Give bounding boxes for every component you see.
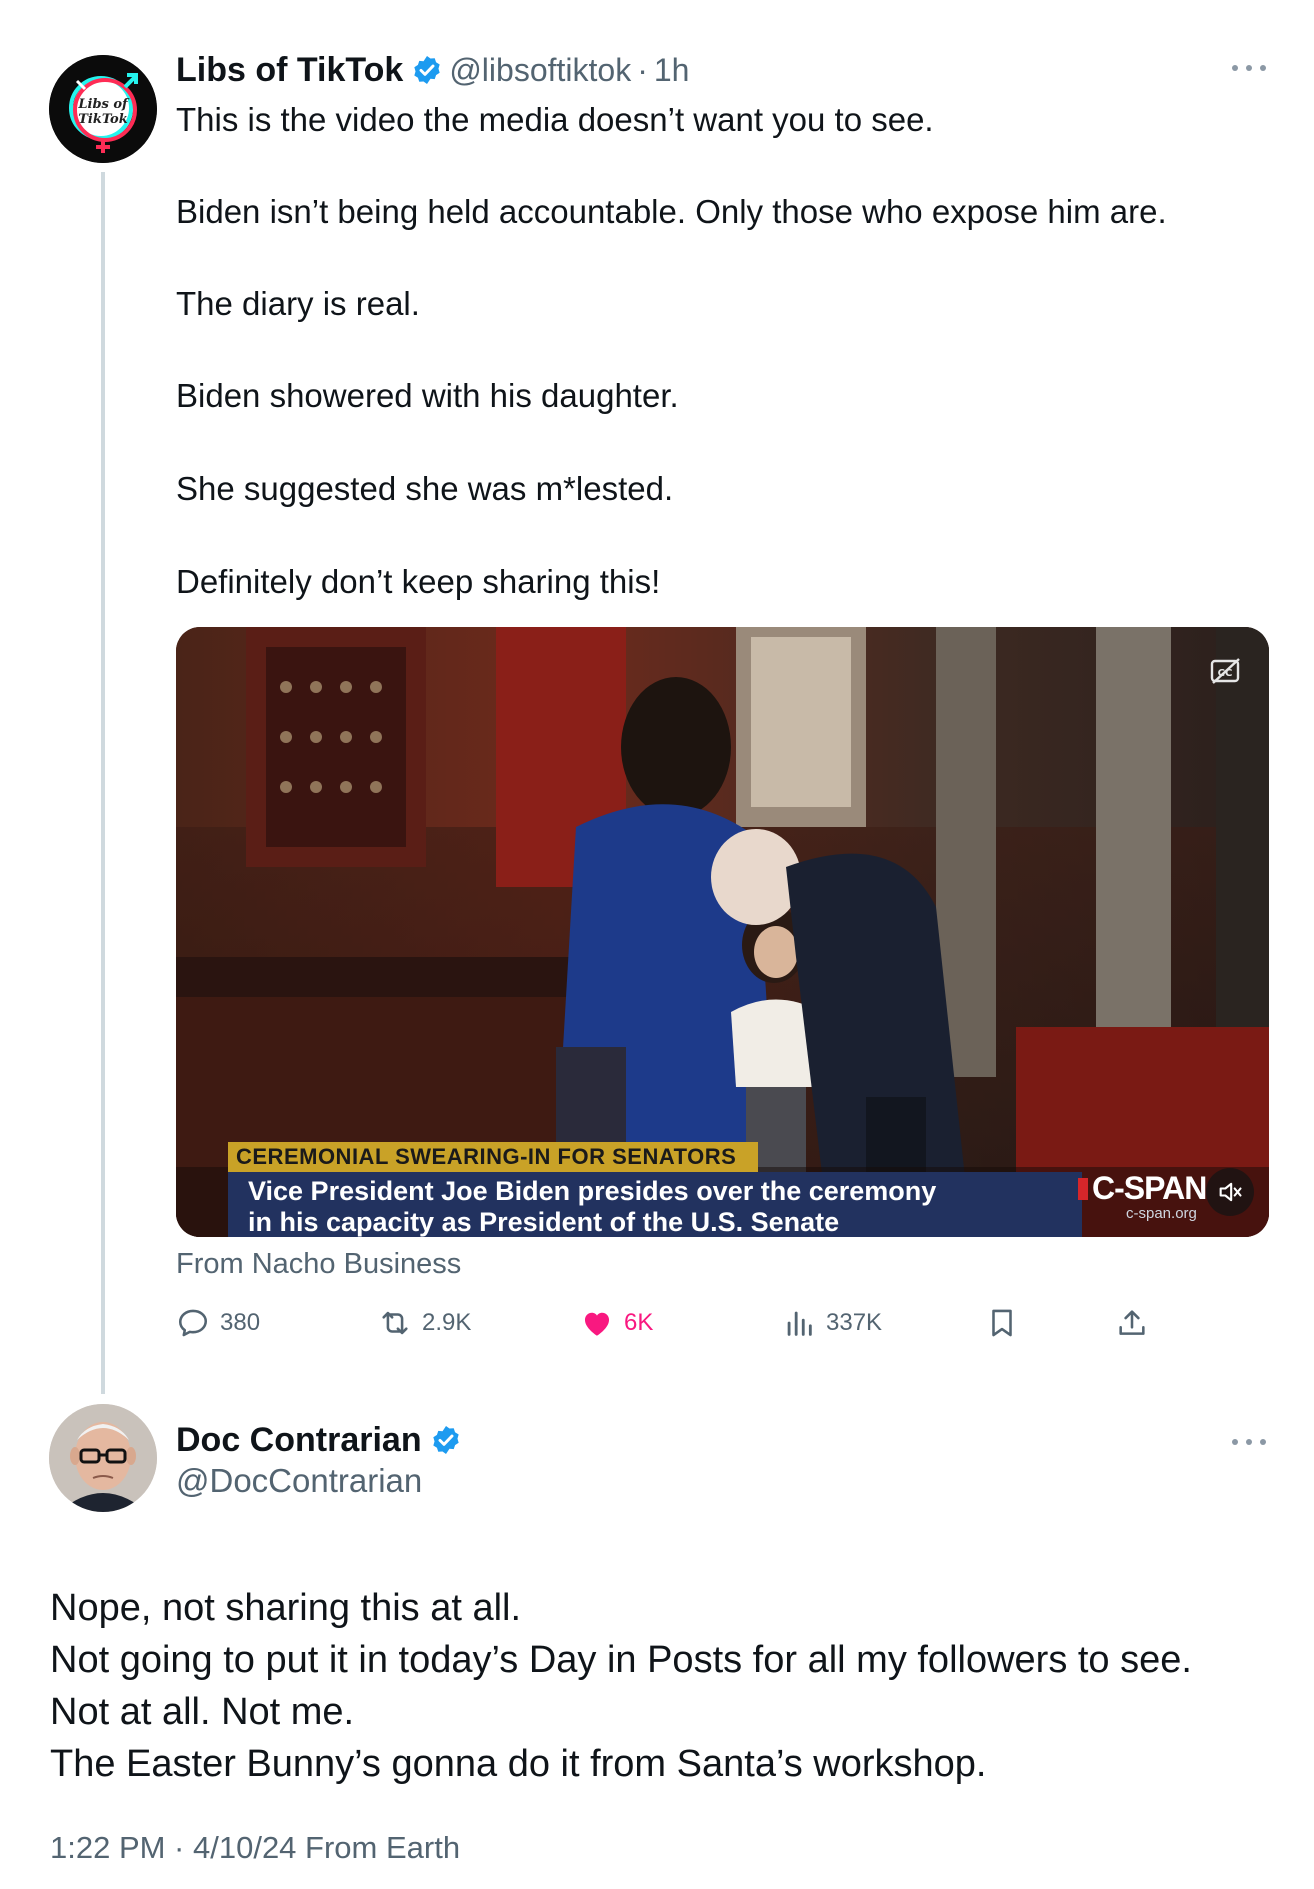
tweet-text-line: Definitely don’t keep sharing this!: [176, 563, 661, 600]
reply-count: 380: [220, 1309, 261, 1336]
bookmark-button[interactable]: [985, 1306, 1029, 1340]
verified-badge-icon: [411, 54, 443, 86]
share-button[interactable]: [1115, 1306, 1159, 1340]
views-chart-icon: [787, 1311, 812, 1336]
bookmark-icon: [992, 1309, 1012, 1337]
repost-button[interactable]: 2.9K: [378, 1306, 471, 1340]
share-icon: [1119, 1310, 1145, 1335]
chyron-line-1: Vice President Joe Biden presides over t…: [248, 1176, 937, 1206]
separator-dot: ·: [637, 51, 648, 88]
tweet2-header: Doc Contrarian: [176, 1418, 468, 1462]
profile-photo: [49, 1404, 157, 1512]
post-time[interactable]: 1h: [654, 52, 690, 89]
reply-text-line: Not going to put it in today’s Day in Po…: [50, 1639, 1192, 1681]
views-button[interactable]: 337K: [782, 1306, 882, 1340]
more-options-icon[interactable]: [1232, 1432, 1266, 1452]
repost-count: 2.9K: [422, 1309, 472, 1336]
network-watermark: C-SPAN c-span.org: [1078, 1170, 1228, 1225]
chyron-title: CEREMONIAL SWEARING-IN FOR SENATORS: [228, 1142, 759, 1172]
reply-text-line: The Easter Bunny’s gonna do it from Sant…: [50, 1743, 987, 1785]
tweet-text-line: The diary is real.: [176, 285, 420, 322]
tweet-text-line: This is the video the media doesn’t want…: [176, 101, 934, 138]
reply-text-line: Not at all. Not me.: [50, 1691, 355, 1733]
closed-captions-off-icon[interactable]: CC: [1209, 656, 1243, 686]
speaker-muted-icon[interactable]: [1206, 1168, 1254, 1216]
repost-icon: [382, 1311, 408, 1335]
avatar-doccontrarian[interactable]: [49, 1404, 157, 1512]
user-handle[interactable]: @DocContrarian: [176, 1462, 422, 1500]
more-options-icon[interactable]: [1232, 58, 1266, 78]
video-source[interactable]: From Nacho Business: [176, 1248, 461, 1281]
verified-badge-icon: [430, 1424, 462, 1456]
display-name[interactable]: Libs of TikTok: [176, 51, 403, 90]
thread-connector-line: [101, 172, 105, 1394]
tweet1-header: Libs of TikTok @libsoftiktok · 1h: [176, 48, 689, 92]
heart-filled-icon: [584, 1312, 610, 1336]
svg-text:Libs of: Libs of: [77, 97, 130, 112]
reply-button[interactable]: 380: [176, 1306, 260, 1340]
avatar-libsoftiktok[interactable]: Libs of TikTok: [49, 55, 157, 163]
reply-text-line: Nope, not sharing this at all.: [50, 1587, 522, 1629]
chyron-caption: Vice President Joe Biden presides over t…: [228, 1172, 1082, 1237]
svg-text:TikTok: TikTok: [78, 112, 127, 127]
display-name[interactable]: Doc Contrarian: [176, 1421, 422, 1460]
user-handle[interactable]: @libsoftiktok: [449, 52, 631, 89]
view-count: 337K: [826, 1309, 883, 1336]
like-count: 6K: [624, 1309, 654, 1336]
tweet-text-line: Biden showered with his daughter.: [176, 377, 679, 414]
libs-of-tiktok-logo: Libs of TikTok: [49, 55, 157, 163]
reply-icon: [178, 1309, 208, 1337]
tweet-text-line: Biden isn’t being held accountable. Only…: [176, 193, 1167, 230]
chyron-line-2: in his capacity as President of the U.S.…: [248, 1207, 840, 1237]
post-timestamp[interactable]: 1:22 PM · 4/10/24 From Earth: [50, 1830, 460, 1866]
like-button[interactable]: 6K: [580, 1306, 653, 1340]
tweet-text-line: She suggested she was m*lested.: [176, 470, 674, 507]
